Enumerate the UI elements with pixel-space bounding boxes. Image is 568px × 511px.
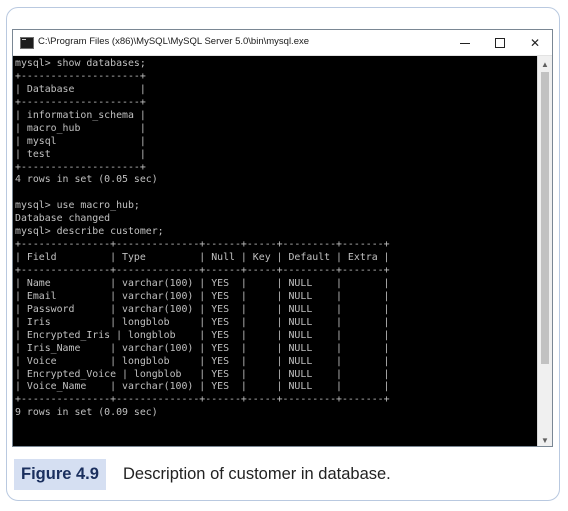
close-button[interactable]: ✕	[518, 30, 552, 55]
close-icon: ✕	[529, 35, 541, 50]
minimize-button[interactable]	[448, 30, 482, 55]
scroll-up-arrow-icon[interactable]: ▲	[538, 57, 552, 71]
console-line: | Iris_Name | varchar(100) | YES | | NUL…	[15, 342, 390, 354]
console-line: | macro_hub |	[15, 122, 146, 134]
console-app-icon	[20, 37, 34, 49]
console-line: +--------------------+	[15, 70, 146, 82]
title-bar[interactable]: C:\Program Files (x86)\MySQL\MySQL Serve…	[13, 30, 552, 56]
vertical-scrollbar[interactable]: ▲ ▼	[537, 56, 552, 446]
window-title: C:\Program Files (x86)\MySQL\MySQL Serve…	[38, 36, 310, 47]
console-line: | mysql |	[15, 135, 146, 147]
maximize-button[interactable]	[483, 30, 517, 55]
console-line: | Voice_Name | varchar(100) | YES | | NU…	[15, 381, 390, 393]
console-line: +---------------+--------------+------+-…	[15, 394, 390, 406]
console-line: 9 rows in set (0.09 sec)	[15, 407, 158, 419]
console-line: Database changed	[15, 213, 111, 225]
maximize-icon	[495, 37, 505, 48]
scroll-down-arrow-icon[interactable]: ▼	[538, 433, 552, 446]
console-line: | Iris | longblob | YES | | NULL | |	[15, 316, 390, 328]
console-line: | Database |	[15, 83, 146, 95]
console-line: +---------------+--------------+------+-…	[15, 239, 390, 251]
console-line: +---------------+--------------+------+-…	[15, 265, 390, 276]
console-line: | Encrypted_Iris | longblob | YES | | NU…	[15, 329, 390, 341]
console-line: | Field | Type | Null | Key | Default | …	[15, 252, 390, 264]
console-line: mysql> show databases;	[15, 58, 146, 69]
console-line: | Email | varchar(100) | YES | | NULL | …	[15, 290, 390, 302]
console-line: | Password | varchar(100) | YES | | NULL…	[15, 303, 390, 315]
console-window: C:\Program Files (x86)\MySQL\MySQL Serve…	[12, 29, 553, 447]
figure-caption-text: Description of customer in database.	[122, 464, 391, 483]
console-output[interactable]: mysql> show databases; +-----------------…	[13, 56, 538, 447]
console-line: mysql>	[15, 446, 538, 447]
console-line: | information_schema |	[15, 109, 146, 121]
figure-caption: Figure 4.9 Description of customer in da…	[14, 457, 391, 491]
text-cursor	[53, 446, 55, 447]
console-line: +--------------------+	[15, 161, 146, 173]
console-line: | test |	[15, 148, 146, 160]
console-line: mysql> use macro_hub;	[15, 200, 140, 212]
console-line: | Voice | longblob | YES | | NULL | |	[15, 355, 390, 367]
figure-label: Figure 4.9	[14, 458, 106, 490]
scrollbar-thumb[interactable]	[541, 72, 549, 364]
console-line: | Encrypted_Voice | longblob | YES | | N…	[15, 368, 390, 380]
console-line: mysql> describe customer;	[15, 226, 164, 238]
console-line: +--------------------+	[15, 96, 146, 108]
minimize-icon	[460, 43, 470, 44]
console-line: 4 rows in set (0.05 sec)	[15, 174, 158, 186]
console-line: | Name | varchar(100) | YES | | NULL | |	[15, 277, 390, 289]
